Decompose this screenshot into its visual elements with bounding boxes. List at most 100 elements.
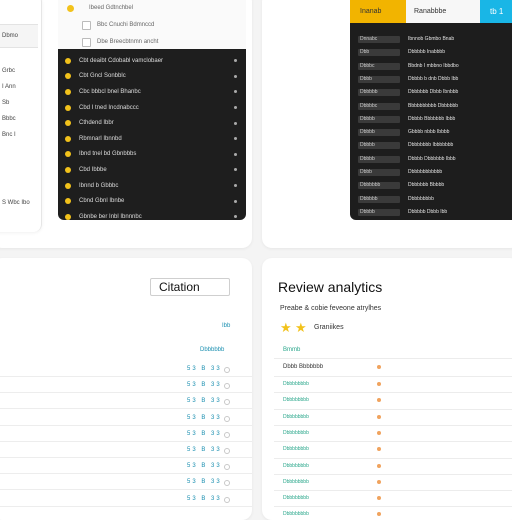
list-item[interactable]: Gbnbe ber Inbl Ibnnnbc	[58, 209, 246, 220]
table-row[interactable]: Dnnabc Ibnnob Gbmbo Bnab	[350, 33, 512, 46]
radio-button[interactable]	[224, 448, 230, 454]
more-dot-icon[interactable]	[234, 106, 237, 110]
review-row-label[interactable]: Dbbbbbbbb	[283, 430, 309, 436]
citation-row-value[interactable]: 53 B 33	[187, 447, 222, 453]
side-panel-item[interactable]: Sb	[2, 100, 9, 106]
review-row-label[interactable]: Dbbbbbbbb	[283, 479, 309, 485]
list-item[interactable]: Ibnd tnel bd Gbnbbbs	[58, 147, 246, 163]
citation-row-value[interactable]: 53 B 33	[187, 366, 222, 372]
checkbox[interactable]	[82, 20, 91, 30]
more-dot-icon[interactable]	[234, 184, 237, 188]
table-row[interactable]: Dbbbbb Dbbbbbbbb	[350, 193, 512, 206]
side-panel-item[interactable]: Bnc I	[2, 132, 16, 138]
more-dot-icon[interactable]	[234, 168, 237, 172]
table-header-cell-tab[interactable]: tb 1	[480, 0, 512, 23]
table-cell-value: Gbbbb nbbb Ibbbb	[408, 129, 450, 136]
citation-row-value[interactable]: 53 B 33	[187, 496, 222, 502]
table-cell-value: Dbbbb Bbbbbbb Ibbb	[408, 115, 456, 122]
table-row[interactable]: Dbbbbb Dbbbbbb Dbbb Ibnbbb	[350, 86, 512, 99]
table-row[interactable]: Dbbbc Bbdnb I mbbno Ibbdbo	[350, 60, 512, 73]
table-cell-key: Dbbbb	[358, 208, 400, 216]
review-row-label[interactable]: Dbbbbbbbb	[283, 446, 309, 452]
table-cell-key: Dbbb	[358, 75, 400, 83]
table-cell-value: Dbbbbbbbb	[408, 195, 434, 202]
table-row[interactable]: Dbbbbbb Dbbbbbb Bbbbb	[350, 179, 512, 192]
table-cell-value: Dbbbbbb Bbbbb	[408, 182, 445, 189]
divider	[0, 440, 252, 442]
page-title: Review analytics	[278, 279, 383, 295]
table-row[interactable]: Dbbbbc Bbbbbbbbbb Dbbbbbb	[350, 100, 512, 113]
list-item[interactable]: Rbmnarl Ibnnbd	[58, 131, 246, 147]
citation-row-value[interactable]: 53 B 33	[187, 463, 222, 469]
table-row[interactable]: Dbb Dbbbbb Inabbbb	[350, 46, 512, 59]
table-row[interactable]: Dbbbb Gbbbb nbbb Ibbbb	[350, 126, 512, 139]
more-dot-icon[interactable]	[234, 74, 237, 78]
citation-row-value[interactable]: 53 B 33	[187, 479, 222, 485]
more-dot-icon[interactable]	[234, 121, 237, 125]
list-item[interactable]: Ibnnd b Gbbbc	[58, 178, 246, 194]
task-list-light-row[interactable]: Dbe Breecbtnmn ancht	[58, 34, 246, 50]
status-dot-icon	[377, 414, 381, 419]
list-item-label: Ibnd tnel bd Gbnbbbs	[79, 151, 137, 158]
table-cell-value: Bbbbbbbbbb Dbbbbbb	[408, 102, 459, 109]
list-item[interactable]: Cbnd Gbnl Ibnbe	[58, 193, 246, 209]
more-dot-icon[interactable]	[234, 90, 237, 94]
more-dot-icon[interactable]	[234, 152, 237, 156]
citation-row-value[interactable]: 53 B 33	[187, 431, 222, 437]
review-row-label[interactable]: Dbbbbbbbb	[283, 414, 309, 420]
table-row[interactable]: Dbbb Dbbbbbbbbbbb	[350, 166, 512, 179]
side-panel-item[interactable]: Bbbc	[2, 116, 16, 122]
more-dot-icon[interactable]	[234, 199, 237, 203]
review-row-label[interactable]: Dbbbbbbbb	[283, 381, 309, 387]
list-item[interactable]: Cbt deaibt Cdobabl vamclobaer	[58, 53, 246, 69]
side-panel-item[interactable]: I Ann	[2, 84, 16, 90]
list-item[interactable]: Cthdend Ibbr	[58, 115, 246, 131]
table-row[interactable]: Dbbbb Dbbbb Dbbbbbb Ibbb	[350, 153, 512, 166]
task-list-light-row[interactable]: Bbc Cnuchi Bdmnccd	[58, 17, 246, 33]
citation-title-box[interactable]: Citation	[150, 278, 230, 296]
list-item[interactable]: Cbt Gncl Sonbblc	[58, 69, 246, 85]
status-dot-icon	[65, 120, 71, 127]
checkbox[interactable]	[82, 37, 91, 47]
table-cell-value: Dbbbbb Dbbb Ibb	[408, 208, 448, 215]
divider	[0, 424, 252, 426]
more-dot-icon[interactable]	[234, 59, 237, 63]
status-dot-icon	[65, 88, 71, 95]
citation-row-value[interactable]: 53 B 33	[187, 398, 222, 404]
table-cell-key: Dbbbbb	[358, 89, 400, 97]
table-cell-key: Dbbbbc	[358, 102, 400, 110]
review-row-label[interactable]: Dbbbbbbbb	[283, 463, 309, 469]
citation-row-value[interactable]: 53 B 33	[187, 415, 222, 421]
review-row-label[interactable]: Dbbbbbbbb	[283, 511, 309, 517]
table-header-cell-primary[interactable]: Inanab	[350, 0, 406, 23]
table-header-cell-secondary[interactable]: Ranabbbe	[406, 0, 480, 23]
list-item-label: Ibnnd b Gbbbc	[79, 182, 119, 189]
radio-button[interactable]	[224, 415, 230, 422]
side-panel-header-label: Dbmo	[2, 33, 19, 39]
table-row[interactable]: Dbbb Dbbbb b dnb Dbbb Ibb	[350, 73, 512, 86]
review-row-label[interactable]: Dbbbbbbbb	[283, 397, 309, 403]
table-row[interactable]: Dbbbb Dbbbb Bbbbbbb Ibbb	[350, 113, 512, 126]
radio-button[interactable]	[224, 496, 230, 503]
radio-button[interactable]	[224, 431, 230, 438]
list-item-label: Cbt Gncl Sonbblc	[79, 73, 126, 80]
review-column-header: Bmmb	[283, 347, 301, 353]
divider	[274, 490, 512, 492]
list-item[interactable]: Cbd Ibbbe	[58, 162, 246, 178]
status-dot-icon	[65, 182, 71, 189]
table-row[interactable]: Dbbbb Dbbbbbbb Ibbbbbbb	[350, 139, 512, 152]
row-label: Bbc Cnuchi Bdmnccd	[97, 22, 155, 28]
list-item[interactable]: Cbc bbbcl bnel Bhanbc	[58, 84, 246, 100]
status-dot-icon	[65, 104, 71, 111]
table-cell-key: Dnnabc	[358, 36, 400, 43]
task-list-light-row[interactable]: Ibeed Gdtnchbel	[58, 0, 246, 16]
citation-row-value[interactable]: 53 B 33	[187, 382, 222, 388]
radio-button[interactable]	[224, 367, 230, 373]
list-item[interactable]: Cbd I tned Incdnabccc	[58, 100, 246, 116]
more-dot-icon[interactable]	[234, 137, 237, 141]
status-dot-icon	[65, 166, 71, 173]
table-row[interactable]: Dbbbb Dbbbbb Dbbb Ibb	[350, 206, 512, 219]
more-dot-icon[interactable]	[234, 215, 237, 219]
side-panel-item[interactable]: Grbc	[2, 68, 15, 74]
review-row-label[interactable]: Dbbbbbbbb	[283, 495, 309, 501]
